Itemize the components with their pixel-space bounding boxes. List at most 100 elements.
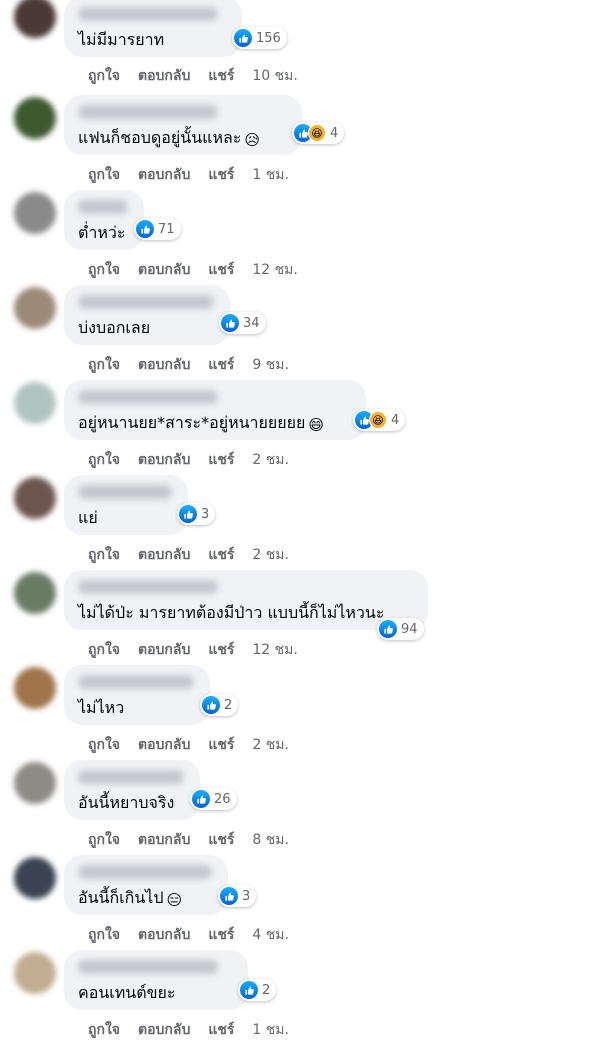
- author-name-redacted[interactable]: [78, 200, 128, 214]
- like-button[interactable]: ถูกใจ: [88, 1022, 120, 1038]
- emoji: 😑: [166, 891, 183, 909]
- reply-button[interactable]: ตอบกลับ: [138, 167, 190, 183]
- comment-text: คอนเทนต์ขยะ: [78, 983, 234, 1003]
- like-button[interactable]: ถูกใจ: [88, 832, 120, 848]
- avatar[interactable]: [14, 192, 56, 234]
- share-button[interactable]: แชร์: [208, 1022, 234, 1038]
- comment-actions: ถูกใจ ตอบกลับ แชร์ 2 ชม.: [88, 735, 289, 755]
- like-button[interactable]: ถูกใจ: [88, 68, 120, 84]
- author-name-redacted[interactable]: [78, 960, 218, 974]
- reaction-count: 156: [256, 30, 281, 46]
- reaction-count: 3: [242, 888, 251, 904]
- share-button[interactable]: แชร์: [208, 642, 234, 658]
- author-name-redacted[interactable]: [78, 485, 172, 499]
- reply-button[interactable]: ตอบกลับ: [138, 547, 190, 563]
- comment-item: อันนี้หยาบจริง 26 ถูกใจ ตอบกลับ แชร์ 8 ชม.: [0, 760, 600, 855]
- comment-text: บ่งบอกเลย: [78, 318, 216, 338]
- comment-actions: ถูกใจ ตอบกลับ แชร์ 9 ชม.: [88, 355, 289, 375]
- like-button[interactable]: ถูกใจ: [88, 547, 120, 563]
- author-name-redacted[interactable]: [78, 865, 212, 879]
- comment-item: บ่งบอกเลย 34 ถูกใจ ตอบกลับ แชร์ 9 ชม.: [0, 285, 600, 380]
- reply-button[interactable]: ตอบกลับ: [138, 927, 190, 943]
- share-button[interactable]: แชร์: [208, 262, 234, 278]
- avatar[interactable]: [14, 287, 56, 329]
- reply-button[interactable]: ตอบกลับ: [138, 1022, 190, 1038]
- timestamp[interactable]: 9 ชม.: [252, 357, 289, 373]
- author-name-redacted[interactable]: [78, 7, 218, 21]
- timestamp[interactable]: 4 ชม.: [252, 927, 289, 943]
- share-button[interactable]: แชร์: [208, 357, 234, 373]
- reaction-summary[interactable]: 😆 4: [353, 409, 406, 431]
- timestamp[interactable]: 12 ชม.: [252, 262, 297, 278]
- comment-bubble: แย่: [64, 475, 188, 535]
- author-name-redacted[interactable]: [78, 770, 184, 784]
- reaction-summary[interactable]: 3: [218, 885, 257, 907]
- reaction-count: 26: [214, 791, 231, 807]
- author-name-redacted[interactable]: [78, 295, 214, 309]
- timestamp[interactable]: 2 ชม.: [252, 547, 289, 563]
- like-button[interactable]: ถูกใจ: [88, 167, 120, 183]
- reaction-summary[interactable]: 2: [200, 694, 239, 716]
- reaction-summary[interactable]: 3: [177, 503, 216, 525]
- reply-button[interactable]: ตอบกลับ: [138, 452, 190, 468]
- reply-button[interactable]: ตอบกลับ: [138, 737, 190, 753]
- timestamp[interactable]: 2 ชม.: [252, 452, 289, 468]
- timestamp[interactable]: 1 ชม.: [252, 167, 289, 183]
- comment-text: อันนี้หยาบจริง: [78, 793, 186, 813]
- comment-text: อันนี้ก็เกินไป 😑: [78, 888, 214, 908]
- reaction-summary[interactable]: 😆 4: [292, 122, 345, 144]
- share-button[interactable]: แชร์: [208, 167, 234, 183]
- reaction-summary[interactable]: 71: [134, 218, 181, 240]
- reaction-summary[interactable]: 94: [377, 618, 424, 640]
- like-button[interactable]: ถูกใจ: [88, 452, 120, 468]
- share-button[interactable]: แชร์: [208, 737, 234, 753]
- share-button[interactable]: แชร์: [208, 832, 234, 848]
- reply-button[interactable]: ตอบกลับ: [138, 357, 190, 373]
- reaction-summary[interactable]: 2: [238, 979, 277, 1001]
- avatar[interactable]: [14, 857, 56, 899]
- comment-actions: ถูกใจ ตอบกลับ แชร์ 2 ชม.: [88, 545, 289, 565]
- avatar[interactable]: [14, 0, 56, 38]
- author-name-redacted[interactable]: [78, 105, 218, 119]
- reaction-summary[interactable]: 26: [190, 788, 237, 810]
- avatar[interactable]: [14, 952, 56, 994]
- timestamp[interactable]: 8 ชม.: [252, 832, 289, 848]
- share-button[interactable]: แชร์: [208, 452, 234, 468]
- haha-reaction-icon: 😆: [369, 411, 387, 429]
- share-button[interactable]: แชร์: [208, 927, 234, 943]
- reply-button[interactable]: ตอบกลับ: [138, 262, 190, 278]
- like-button[interactable]: ถูกใจ: [88, 642, 120, 658]
- emoji: 😄: [308, 416, 325, 434]
- share-button[interactable]: แชร์: [208, 547, 234, 563]
- timestamp[interactable]: 12 ชม.: [252, 642, 297, 658]
- comment-text-content: บ่งบอกเลย: [78, 318, 151, 337]
- like-button[interactable]: ถูกใจ: [88, 262, 120, 278]
- avatar[interactable]: [14, 382, 56, 424]
- reaction-summary[interactable]: 34: [219, 312, 266, 334]
- share-button[interactable]: แชร์: [208, 68, 234, 84]
- avatar[interactable]: [14, 97, 56, 139]
- author-name-redacted[interactable]: [78, 580, 218, 594]
- avatar[interactable]: [14, 667, 56, 709]
- like-button[interactable]: ถูกใจ: [88, 927, 120, 943]
- avatar[interactable]: [14, 477, 56, 519]
- comment-item: ต่ำหว่ะ 71 ถูกใจ ตอบกลับ แชร์ 12 ชม.: [0, 190, 600, 285]
- reply-button[interactable]: ตอบกลับ: [138, 68, 190, 84]
- timestamp[interactable]: 2 ชม.: [252, 737, 289, 753]
- comment-text: ไม่มีมารยาท: [78, 30, 228, 50]
- author-name-redacted[interactable]: [78, 390, 218, 404]
- like-reaction-icon: [202, 696, 220, 714]
- reaction-summary[interactable]: 156: [232, 27, 287, 49]
- timestamp[interactable]: 1 ชม.: [252, 1022, 289, 1038]
- timestamp[interactable]: 10 ชม.: [252, 68, 297, 84]
- reply-button[interactable]: ตอบกลับ: [138, 642, 190, 658]
- avatar[interactable]: [14, 762, 56, 804]
- like-button[interactable]: ถูกใจ: [88, 357, 120, 373]
- comment-bubble: อยู่หนานยย*สาระ*อยู่หนายยยยย 😄: [64, 380, 366, 440]
- reaction-count: 2: [224, 697, 233, 713]
- reply-button[interactable]: ตอบกลับ: [138, 832, 190, 848]
- avatar[interactable]: [14, 572, 56, 614]
- comment-actions: ถูกใจ ตอบกลับ แชร์ 12 ชม.: [88, 260, 298, 280]
- author-name-redacted[interactable]: [78, 675, 194, 689]
- like-button[interactable]: ถูกใจ: [88, 737, 120, 753]
